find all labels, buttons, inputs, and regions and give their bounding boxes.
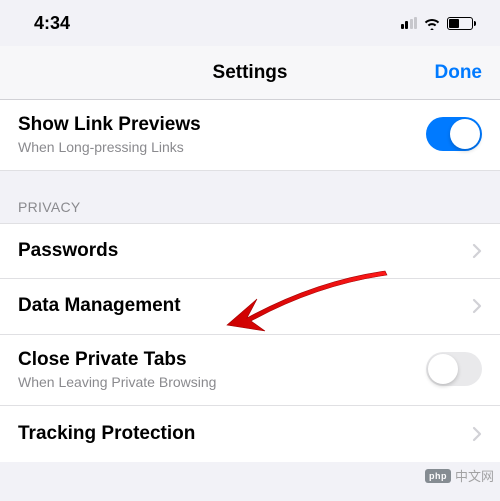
battery-icon (447, 17, 476, 30)
row-subtitle: When Leaving Private Browsing (18, 374, 426, 390)
row-passwords[interactable]: Passwords (0, 223, 500, 279)
row-title: Data Management (18, 294, 472, 318)
row-title: Close Private Tabs (18, 348, 426, 372)
signal-icon (401, 17, 418, 29)
status-time: 4:34 (34, 13, 70, 34)
row-show-link-previews[interactable]: Show Link Previews When Long-pressing Li… (0, 100, 500, 171)
wifi-icon (423, 17, 441, 30)
status-bar: 4:34 (0, 0, 500, 46)
row-title: Tracking Protection (18, 422, 472, 446)
row-tracking-protection[interactable]: Tracking Protection (0, 406, 500, 462)
done-button[interactable]: Done (435, 62, 483, 84)
row-text: Close Private Tabs When Leaving Private … (18, 348, 426, 390)
section-header-privacy: PRIVACY (0, 171, 500, 223)
status-indicators (401, 17, 477, 30)
row-text: Data Management (18, 294, 472, 318)
chevron-right-icon (472, 426, 482, 442)
watermark-text: 中文网 (455, 466, 494, 485)
watermark: php 中文网 (425, 466, 494, 485)
toggle-show-link-previews[interactable] (426, 117, 482, 151)
row-title: Show Link Previews (18, 113, 426, 137)
nav-bar: Settings Done (0, 46, 500, 100)
row-title: Passwords (18, 239, 472, 263)
row-close-private-tabs[interactable]: Close Private Tabs When Leaving Private … (0, 335, 500, 406)
watermark-logo: php (425, 469, 451, 483)
row-data-management[interactable]: Data Management (0, 279, 500, 335)
row-text: Show Link Previews When Long-pressing Li… (18, 113, 426, 155)
row-subtitle: When Long-pressing Links (18, 139, 426, 155)
row-text: Tracking Protection (18, 422, 472, 446)
chevron-right-icon (472, 298, 482, 314)
toggle-close-private-tabs[interactable] (426, 352, 482, 386)
chevron-right-icon (472, 243, 482, 259)
page-title: Settings (0, 62, 500, 84)
row-text: Passwords (18, 239, 472, 263)
